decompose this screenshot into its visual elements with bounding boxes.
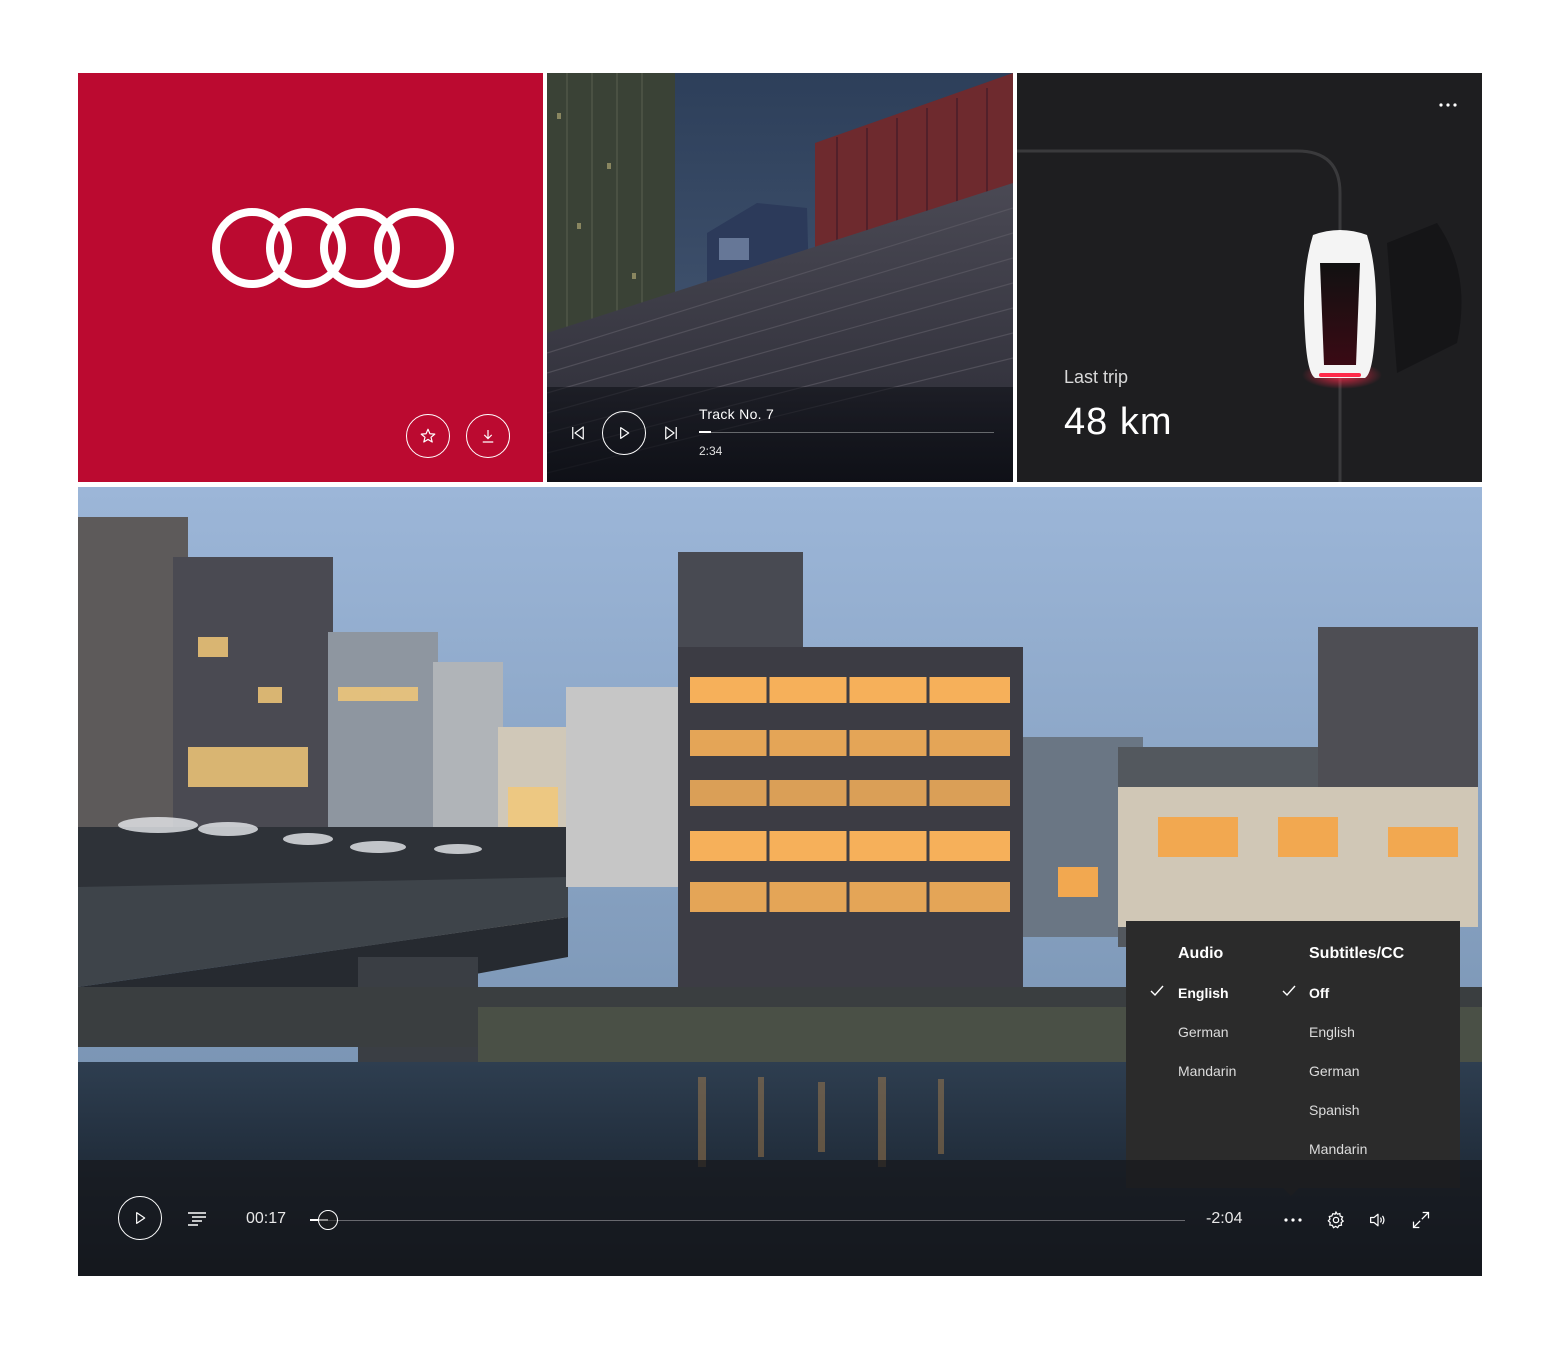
subtitle-option-mandarin[interactable]: Mandarin	[1309, 1141, 1367, 1157]
seek-bar[interactable]	[310, 1220, 1185, 1221]
playlist-icon	[188, 1212, 206, 1226]
four-rings-logo	[212, 208, 454, 288]
subtitle-option-german[interactable]: German	[1309, 1063, 1360, 1079]
car-icon	[1304, 230, 1376, 378]
more-dots-icon	[1284, 1218, 1302, 1222]
skip-next-icon	[665, 426, 677, 440]
next-track-button[interactable]	[658, 420, 684, 446]
audio-option-english[interactable]: English	[1178, 985, 1229, 1001]
volume-icon	[1370, 1213, 1385, 1227]
subtitle-option-off[interactable]: Off	[1309, 985, 1329, 1001]
video-player: Audio Subtitles/CC English German Mandar…	[78, 487, 1482, 1276]
fullscreen-button[interactable]	[1408, 1207, 1434, 1233]
last-trip-tile: Last trip 48 km	[1017, 73, 1482, 482]
subtitle-option-english[interactable]: English	[1309, 1024, 1355, 1040]
brand-tile	[78, 73, 543, 482]
trip-more-button[interactable]	[1438, 95, 1458, 113]
remaining-time: -2:04	[1206, 1210, 1243, 1227]
music-player-tile: Track No. 7 2:34	[547, 73, 1013, 482]
audio-heading: Audio	[1178, 945, 1224, 962]
track-title: Track No. 7	[699, 406, 775, 422]
settings-button[interactable]	[1323, 1207, 1349, 1233]
more-dots-icon	[1439, 103, 1457, 107]
favorite-button[interactable]	[406, 414, 450, 458]
track-progress-fill	[699, 431, 711, 433]
subtitle-option-spanish[interactable]: Spanish	[1309, 1102, 1360, 1118]
seek-handle[interactable]	[317, 1210, 338, 1230]
audio-option-german[interactable]: German	[1178, 1024, 1229, 1040]
video-play-button[interactable]	[118, 1196, 162, 1240]
check-icon	[1150, 985, 1164, 997]
volume-button[interactable]	[1365, 1207, 1391, 1233]
download-icon	[482, 430, 494, 443]
audio-subtitles-menu: Audio Subtitles/CC English German Mandar…	[1126, 921, 1460, 1196]
fullscreen-icon	[1412, 1211, 1430, 1229]
trip-distance: 48 km	[1064, 401, 1173, 443]
track-time: 2:34	[699, 444, 723, 458]
previous-track-button[interactable]	[565, 420, 591, 446]
gear-icon	[1327, 1210, 1345, 1229]
download-button[interactable]	[466, 414, 510, 458]
current-time: 00:17	[246, 1210, 287, 1227]
audio-option-mandarin[interactable]: Mandarin	[1178, 1063, 1236, 1079]
track-progress-bar[interactable]	[699, 432, 994, 433]
video-control-bar: 00:17 -2:04	[78, 1160, 1482, 1276]
trip-label: Last trip	[1064, 367, 1129, 387]
music-play-button[interactable]	[602, 411, 646, 455]
skip-previous-icon	[572, 426, 584, 440]
play-icon	[620, 427, 630, 439]
playlist-button[interactable]	[184, 1206, 210, 1232]
subtitles-heading: Subtitles/CC	[1309, 945, 1405, 962]
check-icon	[1282, 985, 1296, 997]
play-icon	[136, 1212, 146, 1224]
star-icon	[420, 428, 436, 443]
video-more-button[interactable]	[1280, 1207, 1306, 1233]
